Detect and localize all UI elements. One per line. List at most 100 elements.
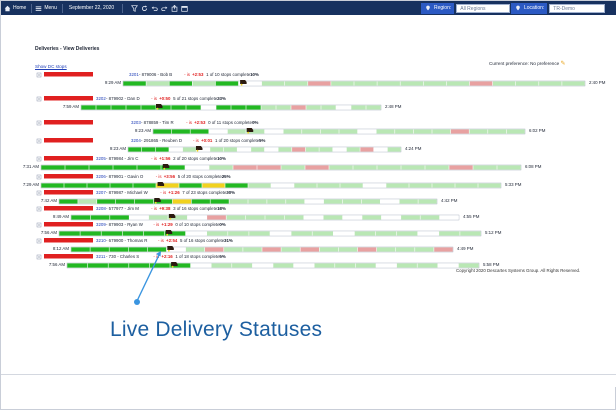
export-icon[interactable]	[170, 4, 178, 12]
stop-segment[interactable]	[211, 263, 232, 268]
stop-segment[interactable]	[306, 105, 321, 110]
truck-icon[interactable]	[156, 104, 163, 108]
stop-segment[interactable]	[323, 215, 343, 220]
stop-segment[interactable]	[97, 199, 116, 204]
stop-segment[interactable]	[270, 231, 291, 236]
truck-icon[interactable]	[162, 164, 170, 168]
stop-segment[interactable]	[294, 183, 317, 188]
stop-segment[interactable]	[123, 81, 146, 86]
stop-segment[interactable]	[417, 263, 438, 268]
delivery-row[interactable]: 3204 - 291865 - Reuben D - is +0:01 1 of 2…	[36, 138, 422, 153]
stop-segment[interactable]	[357, 247, 377, 252]
stop-segment[interactable]	[227, 129, 246, 134]
stop-segment[interactable]	[267, 199, 286, 204]
delivery-row[interactable]: 3209 - 879903 - Ryan W - is +1:29 0 of 10 …	[36, 222, 502, 237]
undo-icon[interactable]	[150, 4, 158, 12]
stop-segment[interactable]	[395, 129, 414, 134]
stop-segment[interactable]	[286, 199, 305, 204]
stop-segment[interactable]	[229, 199, 248, 204]
stop-segment[interactable]	[418, 231, 439, 236]
stop-segment[interactable]	[172, 199, 191, 204]
stop-segment[interactable]	[87, 263, 108, 268]
stop-segment[interactable]	[210, 147, 224, 152]
stop-segment[interactable]	[137, 165, 161, 170]
stop-segment[interactable]	[113, 165, 137, 170]
stop-segment[interactable]	[346, 147, 360, 152]
stop-segment[interactable]	[425, 165, 449, 170]
stop-segment[interactable]	[147, 247, 167, 252]
stop-segment[interactable]	[432, 183, 455, 188]
stop-segment[interactable]	[228, 231, 249, 236]
stop-segment[interactable]	[366, 105, 381, 110]
stop-segment[interactable]	[146, 81, 169, 86]
stop-segment[interactable]	[339, 129, 358, 134]
stop-segment[interactable]	[292, 147, 306, 152]
route-number[interactable]: 3208	[96, 206, 106, 211]
stop-segment[interactable]	[305, 147, 319, 152]
truck-icon[interactable]	[157, 182, 165, 186]
stop-segment[interactable]	[134, 199, 154, 204]
stop-segment[interactable]	[90, 215, 110, 220]
stop-segment[interactable]	[191, 199, 210, 204]
stop-segment[interactable]	[374, 147, 388, 152]
truck-icon[interactable]	[171, 262, 178, 266]
truck-icon[interactable]	[168, 214, 176, 218]
delivery-row[interactable]: 3211 - 730 - Charles S- is +2:16 1 of 18 …	[36, 254, 500, 269]
stop-segment[interactable]	[329, 165, 353, 170]
stop-segment[interactable]	[237, 147, 251, 152]
stop-segment[interactable]	[205, 247, 224, 252]
stop-segment[interactable]	[169, 81, 193, 86]
stop-segment[interactable]	[210, 199, 229, 204]
stop-segment[interactable]	[59, 231, 80, 236]
stop-segment[interactable]	[128, 147, 142, 152]
stop-segment[interactable]	[381, 215, 401, 220]
stop-segment[interactable]	[323, 199, 343, 204]
refresh-icon[interactable]	[140, 4, 148, 12]
date-display[interactable]: September 22, 2020	[69, 5, 114, 11]
stop-segment[interactable]	[283, 129, 302, 134]
route-number[interactable]: 3202	[96, 96, 106, 101]
stop-segment[interactable]	[506, 129, 525, 134]
stop-segment[interactable]	[396, 263, 417, 268]
truck-icon[interactable]	[154, 198, 161, 202]
stop-segment[interactable]	[141, 105, 156, 110]
region-select[interactable]: All Regions	[456, 3, 511, 13]
route-number[interactable]: 3211	[96, 254, 106, 259]
stop-segment[interactable]	[246, 105, 261, 110]
stop-segment[interactable]	[300, 247, 320, 252]
truck-icon[interactable]	[246, 128, 254, 132]
stop-segment[interactable]	[169, 147, 183, 152]
stop-segment[interactable]	[186, 105, 201, 110]
truck-icon[interactable]	[240, 80, 247, 84]
truck-icon[interactable]	[167, 246, 174, 250]
stop-segment[interactable]	[80, 231, 101, 236]
stop-segment[interactable]	[355, 263, 376, 268]
stop-segment[interactable]	[438, 263, 459, 268]
route-number[interactable]: 3203	[131, 120, 141, 125]
stop-segment[interactable]	[376, 129, 395, 134]
stop-segment[interactable]	[65, 165, 89, 170]
stop-segment[interactable]	[141, 147, 155, 152]
stop-segment[interactable]	[190, 263, 211, 268]
stop-segment[interactable]	[185, 165, 209, 170]
stop-segment[interactable]	[226, 215, 246, 220]
route-number[interactable]: 3205	[96, 156, 106, 161]
stop-segment[interactable]	[293, 263, 314, 268]
stop-segment[interactable]	[342, 199, 362, 204]
stop-segment[interactable]	[233, 165, 257, 170]
truck-icon[interactable]	[195, 146, 203, 150]
stop-segment[interactable]	[252, 263, 273, 268]
stop-segment[interactable]	[302, 129, 321, 134]
stop-segment[interactable]	[101, 231, 123, 236]
stop-segment[interactable]	[271, 183, 294, 188]
stop-segment[interactable]	[354, 231, 376, 236]
stop-segment[interactable]	[335, 263, 356, 268]
delivery-row[interactable]: 3206 - 879901 - Gavin O - is +3:56 5 of 20…	[23, 174, 522, 189]
stop-segment[interactable]	[96, 105, 111, 110]
stop-segment[interactable]	[396, 231, 418, 236]
stop-segment[interactable]	[223, 147, 237, 152]
menu-button[interactable]: Menu	[44, 5, 57, 11]
stop-segment[interactable]	[377, 165, 401, 170]
stop-segment[interactable]	[460, 231, 481, 236]
stop-segment[interactable]	[67, 263, 88, 268]
